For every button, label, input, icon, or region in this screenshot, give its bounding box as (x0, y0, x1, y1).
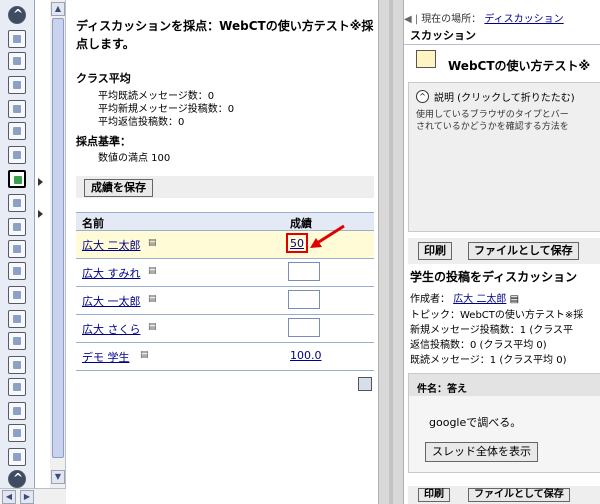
post-header: 件名：答え (409, 374, 600, 396)
save-bar: 成績を保存 (76, 176, 374, 198)
student-link[interactable]: デモ 学生 (82, 349, 130, 365)
table-row: 広大 さくら ▤ (76, 315, 374, 343)
grading-panel: ディスカッションを採点：WebCTの使い方テスト※採点します。 クラス平均 平均… (68, 0, 378, 504)
reply-line: 返信投稿数：0 (クラス平均 0) (410, 340, 547, 351)
menu-icon[interactable]: ▤ (148, 294, 157, 304)
menu-icon[interactable]: ▤ (140, 350, 149, 360)
frame-divider[interactable] (378, 0, 404, 504)
menu-icon[interactable]: ▤ (148, 322, 157, 332)
post-box: 件名：答え googleで調べる。 スレッド全体を表示 (408, 373, 600, 473)
read-line: 既読メッセージ：1 (クラス平均 0) (410, 355, 567, 366)
average-replies: 平均返信投稿数：0 (98, 117, 185, 128)
post-subject: 件名：答え (417, 384, 467, 395)
menu-icon[interactable]: ▤ (510, 294, 519, 305)
save-as-file-button[interactable]: ファイルとして保存 (468, 488, 570, 502)
expand-arrow-icon[interactable] (38, 178, 43, 186)
save-grades-button[interactable]: 成績を保存 (84, 179, 153, 197)
topic-line: トピック：WebCTの使い方テスト※採 (410, 310, 584, 321)
breadcrumb-tail: スカッション (410, 29, 476, 42)
discussion-panel: ◀ | 現在の場所： ディスカッション スカッション WebCTの使い方テスト※… (404, 0, 600, 504)
horizontal-scrollbar[interactable]: ◀ ▶ (0, 488, 66, 504)
chat-icon[interactable] (8, 146, 26, 164)
home-icon[interactable] (8, 30, 26, 48)
print-icon[interactable] (358, 377, 372, 391)
description-toggle[interactable]: 説明 (クリックして折りたたむ) (434, 89, 575, 104)
globe-icon[interactable] (8, 424, 26, 442)
breadcrumb-prefix: 現在の場所： (421, 14, 482, 25)
pointer-arrow-icon (310, 224, 345, 248)
breadcrumb-link[interactable]: ディスカッション (484, 14, 563, 25)
document-icon[interactable] (8, 218, 26, 236)
table-row: 広大 二太郎 ▤ 50 (76, 224, 374, 259)
description-line: 使用しているブラウザのタイプとバー (416, 110, 569, 120)
notebook-icon[interactable] (8, 310, 26, 328)
users-icon[interactable] (8, 332, 26, 350)
breadcrumb: ◀ | 現在の場所： ディスカッション (404, 10, 600, 25)
scroll-left-button[interactable]: ◀ (2, 490, 16, 504)
grade-link[interactable]: 100.0 (290, 349, 322, 362)
page-title: ディスカッションを採点：WebCTの使い方テスト※採点します。 (76, 19, 374, 51)
collapse-icon[interactable]: ^ (416, 90, 429, 103)
save-as-file-button[interactable]: ファイルとして保存 (468, 242, 579, 260)
calendar-icon[interactable] (8, 122, 26, 140)
student-link[interactable]: 広大 すみれ (82, 265, 141, 281)
topic-title: WebCTの使い方テスト※ (448, 59, 591, 73)
back-arrow-icon[interactable]: ◀ | (404, 14, 418, 25)
author-label: 作成者： (410, 294, 450, 305)
table-row: 広大 すみれ ▤ (76, 259, 374, 287)
description-line: されているかどうかを確認する方法を (416, 122, 569, 132)
student-link[interactable]: 広大 二太郎 (82, 237, 141, 253)
search-icon[interactable] (8, 378, 26, 396)
edit-icon[interactable] (8, 100, 26, 118)
criteria-title: 採点基準： (76, 135, 131, 148)
course-toolbar (0, 0, 35, 504)
tools-icon[interactable] (8, 52, 26, 70)
notes-icon[interactable] (8, 76, 26, 94)
student-link[interactable]: 広大 一太郎 (82, 293, 141, 309)
author-line: 作成者： 広大 二太郎 ▤ (410, 290, 519, 305)
vertical-scrollbar[interactable]: ▲ ▼ (50, 0, 66, 504)
post-body: googleで調べる。 (429, 416, 522, 429)
scroll-thumb[interactable] (52, 18, 64, 458)
class-average-title: クラス平均 (76, 72, 131, 85)
print-button[interactable]: 印刷 (418, 488, 450, 502)
bottom-print-bar: 印刷 ファイルとして保存 (408, 486, 600, 504)
grade-input[interactable] (288, 318, 320, 337)
grade-input[interactable] (288, 290, 320, 309)
name-column-header: 名前 (82, 217, 104, 230)
expand-arrow-icon[interactable] (38, 210, 43, 218)
author-link[interactable]: 広大 二太郎 (453, 294, 506, 305)
criteria-value: 数値の満点 100 (98, 153, 171, 164)
collapse-up-icon[interactable] (8, 6, 26, 24)
copy-icon[interactable] (8, 402, 26, 420)
description-box (408, 82, 600, 232)
course-icon[interactable] (8, 240, 26, 258)
table-row: 広大 一太郎 ▤ (76, 287, 374, 315)
print-bar: 印刷 ファイルとして保存 (408, 238, 600, 264)
compass-icon[interactable] (8, 262, 26, 280)
description-text: 使用しているブラウザのタイプとバー されているかどうかを確認する方法を (416, 109, 600, 133)
print-button[interactable]: 印刷 (418, 242, 452, 260)
menu-icon[interactable]: ▤ (148, 238, 157, 248)
highlight-box (286, 233, 308, 253)
topic-icon (416, 50, 436, 68)
scroll-down-button[interactable]: ▼ (51, 470, 65, 484)
collapse-up-icon[interactable] (8, 470, 26, 488)
divider-line (404, 44, 600, 45)
glossary-icon[interactable] (8, 448, 26, 466)
grade-input[interactable] (288, 262, 320, 281)
scroll-right-button[interactable]: ▶ (20, 490, 34, 504)
mail-icon[interactable] (8, 286, 26, 304)
posts-title: 学生の投稿をディスカッション (410, 270, 578, 284)
table-row: デモ 学生 ▤ 100.0 (76, 343, 374, 371)
menu-icon[interactable]: ▤ (148, 266, 157, 276)
new-posts-line: 新規メッセージ投稿数：1 (クラス平 (410, 325, 574, 336)
student-link[interactable]: 広大 さくら (82, 321, 141, 337)
apple-icon[interactable] (8, 194, 26, 212)
grade-table: 名前 成績 広大 二太郎 ▤ 50 広大 すみれ ▤ 広大 一太郎 ▤ 広大 さ… (76, 212, 374, 371)
calendar-icon[interactable] (8, 356, 26, 374)
scroll-up-button[interactable]: ▲ (51, 2, 65, 16)
discussion-grade-icon[interactable] (8, 170, 26, 188)
view-thread-button[interactable]: スレッド全体を表示 (425, 442, 538, 462)
